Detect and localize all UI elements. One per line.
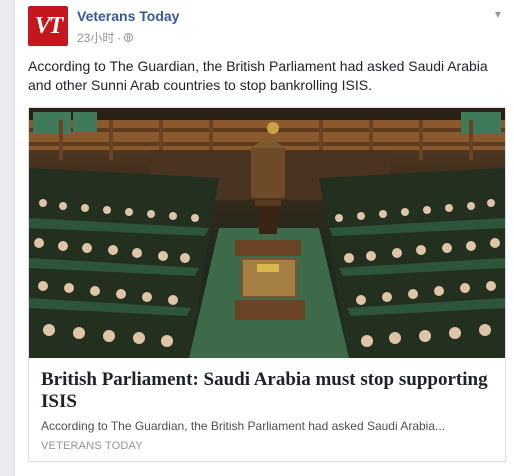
post-message: According to The Guardian, the British P… (28, 58, 488, 93)
globe-icon (124, 33, 134, 42)
link-card-source: VETERANS TODAY (41, 440, 143, 452)
link-card-body[interactable]: British Parliament: Saudi Arabia must st… (29, 358, 505, 461)
meta-separator: · (117, 30, 122, 45)
chevron-down-icon[interactable]: ▾ (492, 8, 504, 20)
page-name-link[interactable]: Veterans Today (77, 8, 179, 24)
parliament-photo[interactable] (29, 108, 505, 358)
link-card-title[interactable]: British Parliament: Saudi Arabia must st… (41, 369, 491, 413)
page-avatar[interactable]: VT (28, 6, 68, 46)
link-preview-card[interactable]: British Parliament: Saudi Arabia must st… (28, 107, 506, 462)
link-card-description: According to The Guardian, the British P… (41, 419, 446, 433)
avatar-logo-text: VT (34, 12, 64, 39)
facebook-post: VT Veterans Today 23小时 · ▾ According to … (14, 0, 514, 476)
timestamp-link[interactable]: 23小时 (77, 29, 114, 46)
post-meta: 23小时 · (77, 29, 134, 46)
